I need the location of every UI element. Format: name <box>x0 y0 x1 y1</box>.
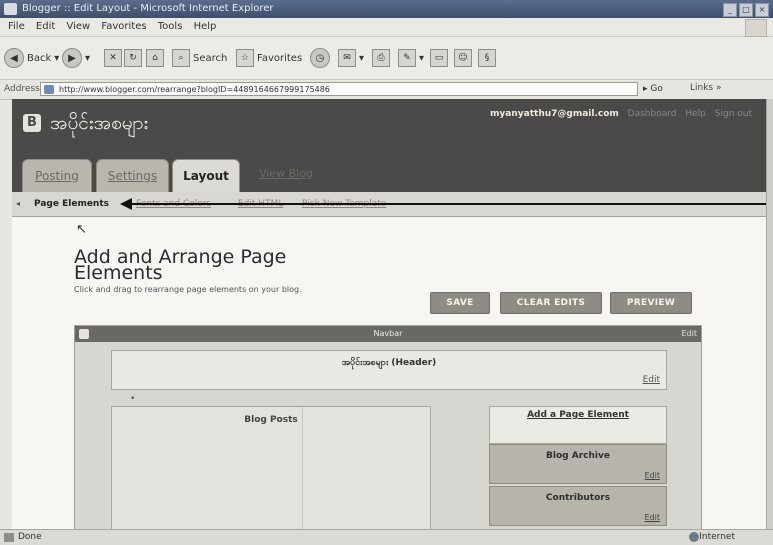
print-button[interactable]: ⎙ <box>372 48 390 68</box>
edit-page-button[interactable]: ✎ ▾ <box>398 48 424 68</box>
blog-archive-edit-link[interactable]: Edit <box>645 471 661 480</box>
page-description: Click and drag to rearrange page element… <box>74 285 302 294</box>
sidebar-column: Add a Page Element Blog Archive Edit Con… <box>489 406 667 529</box>
refresh-icon: ↻ <box>124 49 142 67</box>
vertical-scrollbar[interactable] <box>766 99 773 529</box>
navbar-edit-link[interactable]: Edit <box>682 326 698 342</box>
mail-icon: ✉ <box>338 49 356 67</box>
mail-button[interactable]: ✉ ▾ <box>338 48 364 68</box>
menu-tools[interactable]: Tools <box>158 21 183 32</box>
blog-posts-title: Blog Posts <box>244 415 298 425</box>
header-edit-link[interactable]: Edit <box>643 375 660 385</box>
subtab-page-elements[interactable]: Page Elements <box>34 199 109 209</box>
blog-posts-widget[interactable]: Blog Posts <box>111 406 431 529</box>
column-divider <box>302 407 303 529</box>
refresh-button[interactable]: ↻ <box>124 48 142 68</box>
maximize-icon[interactable]: □ <box>739 3 753 17</box>
tab-layout[interactable]: Layout <box>172 159 240 192</box>
window-controls: _ □ × <box>723 3 769 17</box>
discuss-button[interactable]: ▭ <box>430 48 448 68</box>
page-heading: Add and Arrange Page Elements <box>74 246 287 284</box>
page-icon <box>44 85 54 94</box>
internet-globe-icon <box>689 532 699 542</box>
status-text: Done <box>18 532 42 542</box>
contributors-edit-link[interactable]: Edit <box>645 513 661 522</box>
discuss-icon: ▭ <box>430 49 448 67</box>
history-icon: ◷ <box>310 48 330 68</box>
research-icon: § <box>478 49 496 67</box>
favorites-button[interactable]: ☆ Favorites <box>236 48 302 68</box>
back-arrow-icon: ◀ <box>4 48 24 68</box>
menu-view[interactable]: View <box>66 21 90 32</box>
mouse-cursor-icon: ↖ <box>76 222 87 237</box>
blog-archive-widget[interactable]: Blog Archive Edit <box>489 444 667 484</box>
blog-title: အပိုင်းအစများ <box>50 112 149 134</box>
close-icon[interactable]: × <box>755 3 769 17</box>
annotation-arrow-line <box>130 203 766 205</box>
window-title: Blogger :: Edit Layout - Microsoft Inter… <box>22 3 274 14</box>
search-icon: ⌕ <box>172 49 190 67</box>
header-widget[interactable]: အပိုင်းအစများ (Header) Edit <box>111 350 667 390</box>
menu-bar: File Edit View Favorites Tools Help <box>0 18 773 37</box>
home-button[interactable]: ⌂ <box>146 48 164 68</box>
menu-favorites[interactable]: Favorites <box>101 21 146 32</box>
forward-arrow-icon: ▶ <box>62 48 82 68</box>
subtab-left-icon: ◂ <box>16 199 21 208</box>
minimize-icon[interactable]: _ <box>723 3 737 17</box>
windows-logo-icon <box>745 19 767 37</box>
drag-marker: • <box>130 394 136 404</box>
tab-view-blog[interactable]: View Blog <box>259 167 313 180</box>
messenger-button[interactable]: ☺ <box>454 48 472 68</box>
preview-button[interactable]: PREVIEW <box>610 292 692 314</box>
home-icon: ⌂ <box>146 49 164 67</box>
blogger-header: B အပိုင်းအစများ myanyatthu7@gmail.com Da… <box>12 99 766 192</box>
blog-archive-title: Blog Archive <box>546 451 610 461</box>
forward-button[interactable]: ▶ ▾ <box>62 48 90 68</box>
stop-button[interactable]: ✕ <box>104 48 122 68</box>
navbar-widget: Navbar Edit <box>75 326 701 342</box>
search-button[interactable]: ⌕ Search <box>172 48 227 68</box>
edit-icon: ✎ <box>398 49 416 67</box>
go-button[interactable]: ▸ Go <box>643 82 683 96</box>
layout-editor: Navbar Edit အပိုင်းအစများ (Header) Edit … <box>74 325 702 529</box>
menu-edit[interactable]: Edit <box>36 21 55 32</box>
contributors-title: Contributors <box>545 493 611 503</box>
address-url: http://www.blogger.com/rearrange?blogID=… <box>59 85 330 94</box>
status-bar: Done Internet <box>0 529 773 545</box>
ie-icon <box>4 3 17 15</box>
browser-toolbar: ◀ Back ▾ ▶ ▾ ✕ ↻ ⌂ ⌕ Search ☆ Favorites ◷ … <box>0 37 773 80</box>
contributors-widget[interactable]: Contributors Edit <box>489 486 667 526</box>
address-input[interactable]: http://www.blogger.com/rearrange?blogID=… <box>40 82 638 96</box>
dashboard-link[interactable]: Dashboard <box>628 109 677 119</box>
address-label: Address <box>4 84 40 94</box>
star-icon: ☆ <box>236 49 254 67</box>
links-button[interactable]: Links » <box>690 83 722 93</box>
history-button[interactable]: ◷ <box>310 48 330 68</box>
security-zone: Internet <box>699 532 735 542</box>
navbar-icon <box>79 329 89 339</box>
research-button[interactable]: § <box>478 48 496 68</box>
help-link[interactable]: Help <box>685 109 706 119</box>
user-email: myanyatthu7@gmail.com <box>490 109 619 119</box>
header-widget-title: အပိုင်းအစများ (Header) <box>341 358 437 368</box>
navbar-label: Navbar <box>373 329 403 338</box>
sign-out-link[interactable]: Sign out <box>715 109 752 119</box>
user-links: myanyatthu7@gmail.com Dashboard Help Sig… <box>490 109 752 119</box>
save-button[interactable]: SAVE <box>430 292 490 314</box>
window-titlebar: Blogger :: Edit Layout - Microsoft Inter… <box>0 0 773 18</box>
page-done-icon <box>4 533 14 542</box>
messenger-icon: ☺ <box>454 49 472 67</box>
tab-posting[interactable]: Posting <box>22 159 92 192</box>
stop-icon: ✕ <box>104 49 122 67</box>
blogger-logo-icon: B <box>23 114 41 132</box>
back-button[interactable]: ◀ Back ▾ <box>4 48 59 68</box>
menu-help[interactable]: Help <box>194 21 217 32</box>
clear-edits-button[interactable]: CLEAR EDITS <box>500 292 602 314</box>
add-page-element-link[interactable]: Add a Page Element <box>489 406 667 444</box>
tab-settings[interactable]: Settings <box>96 159 169 192</box>
print-icon: ⎙ <box>372 49 390 67</box>
menu-file[interactable]: File <box>8 21 25 32</box>
page-viewport: B အပိုင်းအစများ myanyatthu7@gmail.com Da… <box>12 99 766 529</box>
address-bar: Address http://www.blogger.com/rearrange… <box>0 80 773 100</box>
